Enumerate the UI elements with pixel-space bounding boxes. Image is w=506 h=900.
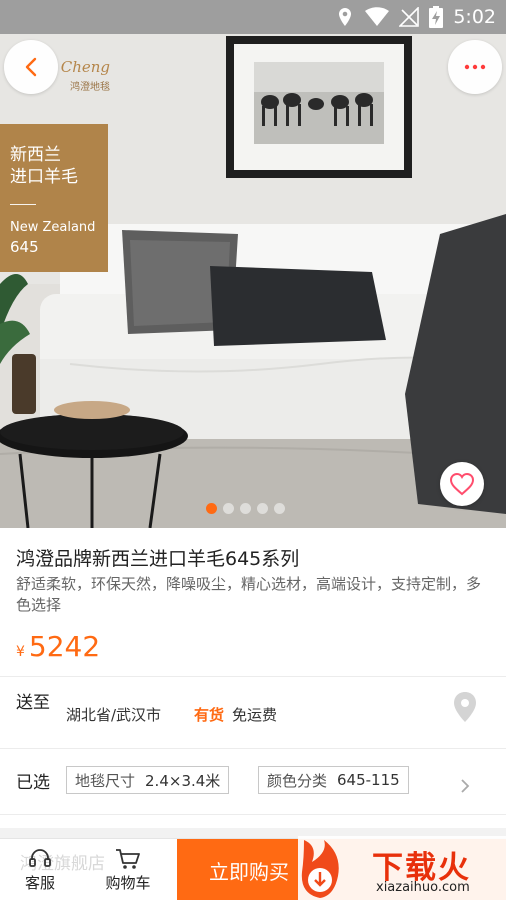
promo-tag: 新西兰 进口羊毛 New Zealand 645 — [0, 124, 108, 272]
more-dots-icon — [464, 64, 486, 70]
wifi-icon — [365, 7, 390, 26]
selected-label: 已选 — [16, 773, 50, 793]
heart-icon — [449, 472, 475, 496]
favorite-button[interactable] — [440, 462, 484, 506]
divider — [0, 814, 506, 815]
option-value: 2.4×3.4米 — [145, 771, 221, 790]
carousel-dot[interactable] — [240, 503, 251, 514]
living-room-photo — [0, 34, 506, 528]
headset-icon — [29, 848, 51, 867]
watermark-url: xiazaihuo.com — [376, 880, 470, 895]
price-amount: 5242 — [28, 630, 101, 663]
buy-now-label: 立即购买 — [209, 859, 289, 884]
chevron-left-icon — [25, 57, 37, 77]
service-label: 客服 — [24, 873, 55, 892]
carousel-dot[interactable] — [223, 503, 234, 514]
location-status-icon — [339, 8, 352, 26]
status-bar: 5:02 — [0, 0, 506, 34]
clock: 5:02 — [453, 6, 496, 28]
shipping-location: 湖北省/武汉市 — [66, 706, 162, 724]
stock-status: 有货 — [194, 706, 225, 724]
chevron-right-icon[interactable] — [460, 778, 470, 794]
promo-line-2: 进口羊毛 — [10, 167, 78, 187]
carousel-dot[interactable] — [206, 503, 217, 514]
product-hero-image[interactable]: Cheng 鸿澄地毯 新西兰 进口羊毛 New Zealand 645 — [0, 34, 506, 528]
location-pin-icon[interactable] — [452, 691, 478, 723]
divider — [0, 676, 506, 677]
service-tab[interactable]: 客服 — [12, 839, 68, 900]
no-signal-icon — [399, 7, 420, 27]
more-options-button[interactable] — [448, 40, 502, 94]
cart-label: 购物车 — [105, 873, 151, 892]
carousel-dot[interactable] — [257, 503, 268, 514]
divider — [0, 748, 506, 749]
cart-icon — [116, 848, 140, 869]
option-chip-size[interactable]: 地毯尺寸 2.4×3.4米 — [66, 766, 230, 794]
carousel-indicator — [206, 503, 285, 514]
shipping-fee: 免运费 — [232, 706, 278, 724]
product-title: 鸿澄品牌新西兰进口羊毛645系列 — [16, 548, 300, 570]
battery-charging-icon — [429, 6, 444, 28]
option-chip-color[interactable]: 颜色分类 645-115 — [258, 766, 409, 794]
promo-divider — [10, 204, 36, 205]
back-button[interactable] — [4, 40, 58, 94]
option-key: 颜色分类 — [267, 771, 328, 790]
promo-line-3: New Zealand — [10, 220, 96, 235]
promo-line-1: 新西兰 — [10, 145, 61, 165]
cart-tab[interactable]: 购物车 — [96, 839, 160, 900]
option-value: 645-115 — [337, 771, 400, 789]
promo-line-4: 645 — [10, 238, 39, 256]
product-description: 舒适柔软，环保天然，降噪吸尘，精心选材，高端设计，支持定制，多色选择 — [16, 575, 482, 614]
price: ¥ 5242 — [16, 630, 100, 663]
shipping-label: 送至 — [16, 693, 50, 713]
currency-symbol: ¥ — [16, 644, 25, 660]
carousel-dot[interactable] — [274, 503, 285, 514]
option-key: 地毯尺寸 — [75, 771, 136, 790]
